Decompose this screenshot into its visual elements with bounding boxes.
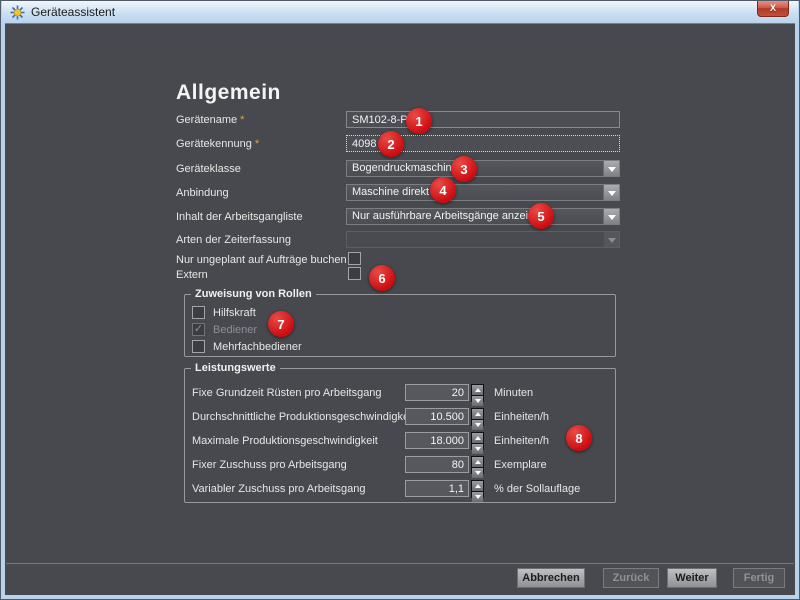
next-button[interactable]: Weiter (667, 568, 717, 588)
spin-up-icon[interactable] (472, 457, 483, 467)
durchschnitt-geschwindigkeit-unit: Einheiten/h (494, 411, 550, 423)
max-geschwindigkeit-label: Maximale Produktionsgeschwindigkeit (192, 435, 378, 447)
required-marker: * (254, 138, 260, 150)
chevron-down-icon (603, 232, 619, 247)
geraetename-label: Gerätename * (176, 114, 245, 126)
mehrfachbediener-checkbox[interactable] (192, 340, 205, 353)
max-geschwindigkeit-unit: Einheiten/h (494, 435, 550, 447)
geraeteklasse-value: Bogendruckmaschine (352, 162, 458, 174)
variabler-zuschuss-unit: % der Sollauflage (494, 483, 581, 495)
close-button[interactable]: X (757, 1, 789, 17)
durchschnitt-geschwindigkeit-spinner (471, 408, 484, 430)
rollen-legend: Zuweisung von Rollen (191, 288, 316, 300)
window-title: Geräteassistent (31, 5, 116, 19)
max-geschwindigkeit-input[interactable] (405, 432, 469, 449)
anbindung-label: Anbindung (176, 187, 229, 199)
arbeitsgangliste-label: Inhalt der Arbeitsgangliste (176, 211, 303, 223)
max-geschwindigkeit-spinner (471, 432, 484, 454)
hilfskraft-label: Hilfskraft (213, 307, 256, 319)
anbindung-value: Maschine direkt (352, 186, 430, 198)
spin-up-icon[interactable] (472, 409, 483, 419)
geraetekennung-label: Gerätekennung * (176, 138, 260, 150)
page-title: Allgemein (176, 81, 281, 104)
spin-down-icon[interactable] (472, 420, 483, 430)
title-bar[interactable]: Geräteassistent (2, 1, 798, 23)
extern-checkbox[interactable] (348, 267, 361, 280)
zeiterfassung-label: Arten der Zeiterfassung (176, 234, 291, 246)
fixer-zuschuss-label: Fixer Zuschuss pro Arbeitsgang (192, 459, 347, 471)
fixer-zuschuss-spinner (471, 456, 484, 478)
variabler-zuschuss-spinner (471, 480, 484, 502)
bediener-checkbox (192, 323, 205, 336)
geraetename-input[interactable] (346, 111, 620, 128)
fixe-grundzeit-spinner (471, 384, 484, 406)
chevron-down-icon[interactable] (603, 161, 619, 176)
spin-up-icon[interactable] (472, 385, 483, 395)
geraetekennung-input[interactable] (346, 135, 620, 152)
fixe-grundzeit-label: Fixe Grundzeit Rüsten pro Arbeitsgang (192, 387, 382, 399)
required-marker: * (240, 114, 245, 126)
extern-label: Extern (176, 269, 208, 281)
zeiterfassung-dropdown (346, 231, 620, 248)
geraeteklasse-label: Geräteklasse (176, 163, 241, 175)
arbeitsgangliste-dropdown[interactable]: Nur ausführbare Arbeitsgänge anzeigen (346, 208, 620, 225)
bediener-label: Bediener (213, 324, 258, 336)
rollen-groupbox: Zuweisung von Rollen Hilfskraft Bediener… (184, 288, 616, 357)
back-button: Zurück (603, 568, 659, 588)
app-icon (10, 5, 25, 19)
finish-button: Fertig (733, 568, 785, 588)
durchschnitt-geschwindigkeit-input[interactable] (405, 408, 469, 425)
chevron-down-icon[interactable] (603, 185, 619, 200)
variabler-zuschuss-input[interactable] (405, 480, 469, 497)
spin-up-icon[interactable] (472, 433, 483, 443)
cancel-button[interactable]: Abbrechen (517, 568, 585, 588)
variabler-zuschuss-label: Variabler Zuschuss pro Arbeitsgang (192, 483, 366, 495)
spin-down-icon[interactable] (472, 396, 483, 406)
spin-up-icon[interactable] (472, 481, 483, 491)
fixer-zuschuss-input[interactable] (405, 456, 469, 473)
ungeplant-checkbox[interactable] (348, 252, 361, 265)
fixe-grundzeit-unit: Minuten (494, 387, 534, 399)
hilfskraft-checkbox[interactable] (192, 306, 205, 319)
ungeplant-label: Nur ungeplant auf Aufträge buchen (176, 254, 347, 266)
button-bar-divider (6, 563, 794, 564)
arbeitsgangliste-value: Nur ausführbare Arbeitsgänge anzeigen (352, 210, 547, 222)
leistungswerte-groupbox: Leistungswerte Fixe Grundzeit Rüsten pro… (184, 362, 616, 503)
spin-down-icon[interactable] (472, 492, 483, 502)
fixe-grundzeit-input[interactable] (405, 384, 469, 401)
mehrfachbediener-label: Mehrfachbediener (213, 341, 302, 353)
leistungswerte-legend: Leistungswerte (191, 362, 280, 374)
chevron-down-icon[interactable] (603, 209, 619, 224)
device-assistant-dialog: Geräteassistent X Allgemein Gerätename * … (0, 0, 800, 600)
spin-down-icon[interactable] (472, 444, 483, 454)
durchschnitt-geschwindigkeit-label: Durchschnittliche Produktionsgeschwindig… (192, 411, 415, 423)
spin-down-icon[interactable] (472, 468, 483, 478)
geraeteklasse-dropdown[interactable]: Bogendruckmaschine (346, 160, 620, 177)
fixer-zuschuss-unit: Exemplare (494, 459, 547, 471)
anbindung-dropdown[interactable]: Maschine direkt (346, 184, 620, 201)
